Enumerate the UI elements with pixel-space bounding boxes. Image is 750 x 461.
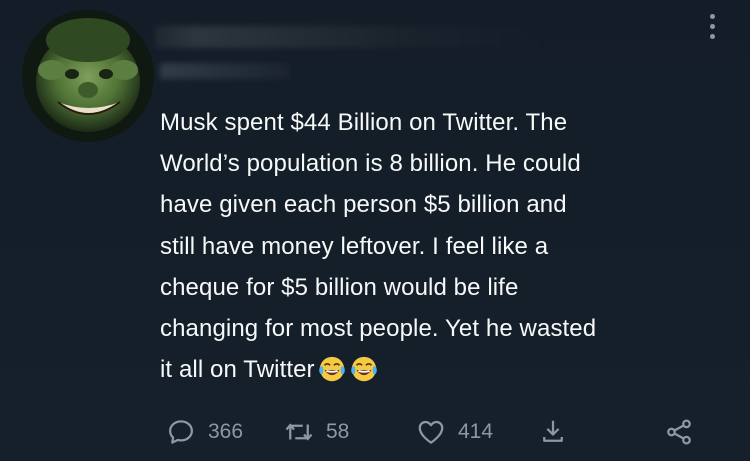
tweet-text-line: still have money leftover. I feel like a bbox=[160, 232, 549, 260]
share-icon bbox=[664, 417, 694, 447]
tweet-text-last-line: it all on Twitter bbox=[160, 349, 735, 390]
reply-icon bbox=[166, 417, 196, 447]
share-button[interactable] bbox=[664, 412, 694, 452]
tears-of-joy-emoji-icon bbox=[349, 354, 379, 384]
tweet-text-line: World’s population is 8 billion. He coul… bbox=[160, 150, 581, 178]
more-vertical-icon[interactable] bbox=[708, 14, 716, 44]
author-handle-redacted[interactable] bbox=[160, 63, 290, 79]
tweet-card: Musk spent $44 Billion on Twitter. The W… bbox=[0, 0, 750, 461]
tweet-text-line: Musk spent $44 Billion on Twitter. The bbox=[160, 109, 568, 136]
retweet-button[interactable]: 58 bbox=[284, 412, 349, 452]
retweet-count: 58 bbox=[326, 420, 350, 443]
heart-icon bbox=[416, 417, 446, 447]
bookmark-button[interactable] bbox=[538, 412, 568, 452]
reply-button[interactable]: 366 bbox=[166, 412, 243, 452]
like-count: 414 bbox=[458, 420, 494, 443]
tweet-text: Musk spent $44 Billion on Twitter. The W… bbox=[160, 102, 735, 390]
author-name-redacted[interactable] bbox=[155, 26, 555, 48]
tweet-text-line: it all on Twitter bbox=[160, 356, 315, 384]
tears-of-joy-emoji-icon bbox=[317, 354, 347, 384]
reply-count: 366 bbox=[208, 420, 244, 443]
retweet-icon bbox=[284, 417, 314, 447]
like-button[interactable]: 414 bbox=[416, 412, 493, 452]
bookmark-icon bbox=[538, 417, 568, 447]
tweet-text-line: cheque for $5 billion would be life bbox=[160, 273, 519, 301]
tweet-text-line: changing for most people. Yet he wasted bbox=[160, 315, 597, 343]
tweet-actions-bar: 366 58 414 bbox=[160, 412, 720, 452]
avatar[interactable] bbox=[22, 10, 154, 142]
tweet-text-line: have given each person $5 billion and bbox=[160, 191, 567, 219]
